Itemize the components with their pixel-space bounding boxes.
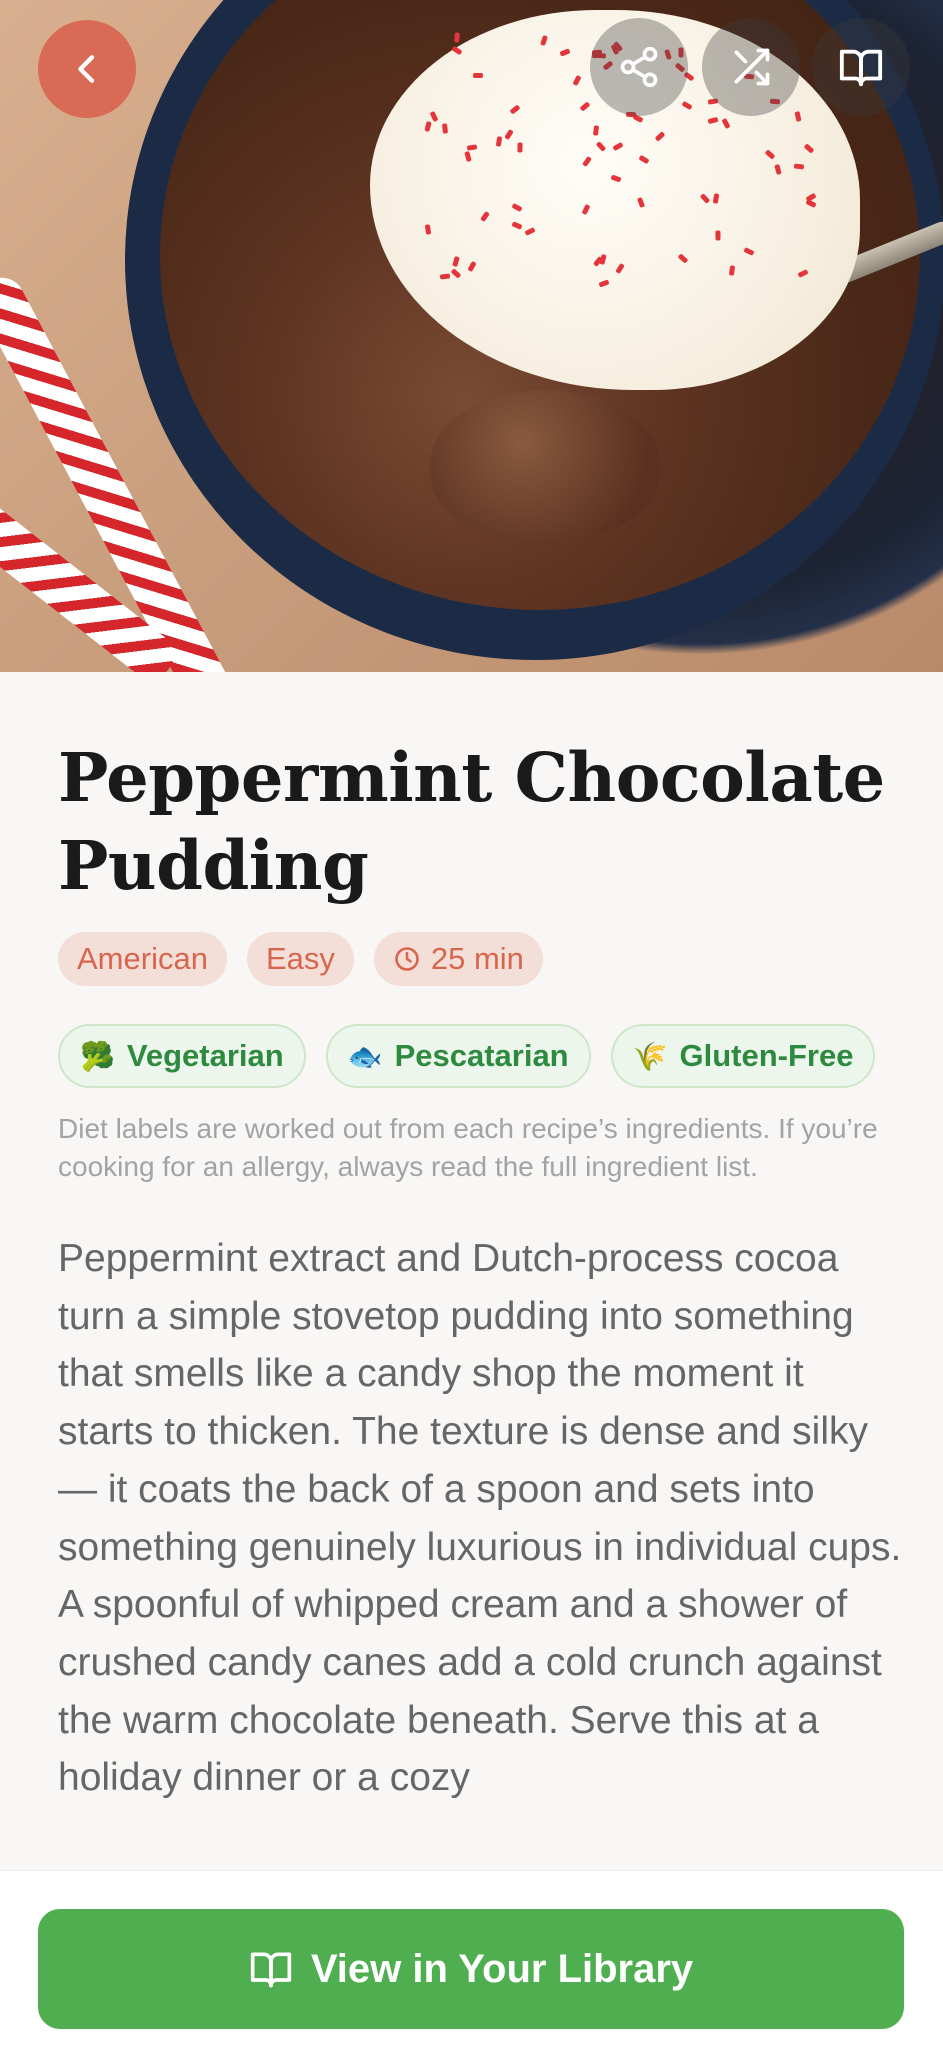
candy-sprinkle (473, 72, 484, 78)
shuffle-icon (734, 48, 770, 86)
bottom-action-bar: View in Your Library (0, 1870, 943, 2048)
recipe-title: Peppermint Chocolate Pudding (58, 738, 885, 905)
recipe-meta-chips: American Easy 25 min (58, 932, 898, 986)
broccoli-icon: 🥦 (80, 1040, 115, 1072)
diet-chip-gluten-free: 🌾 Gluten-Free (610, 1024, 876, 1088)
candy-sprinkle (715, 230, 721, 241)
diet-chip-vegetarian: 🥦 Vegetarian (58, 1024, 306, 1088)
recipe-hero-image (0, 0, 943, 672)
view-in-library-button[interactable]: View in Your Library (38, 1909, 904, 2029)
difficulty-chip: Easy (246, 932, 354, 986)
library-button[interactable] (812, 18, 910, 116)
wheat-icon: 🌾 (632, 1040, 668, 1072)
candy-sprinkle (517, 142, 523, 153)
diet-disclaimer: Diet labels are worked out from each rec… (58, 1113, 878, 1182)
time-chip: 25 min (373, 932, 543, 986)
fish-icon: 🐟 (347, 1040, 383, 1072)
clock-icon (395, 947, 419, 971)
cuisine-chip: American (58, 932, 227, 986)
diet-chip-pescatarian: 🐟 Pescatarian (325, 1024, 591, 1088)
diet-labels: 🥦 Vegetarian 🐟 Pescatarian 🌾 Gluten-Free (58, 1024, 898, 1088)
book-open-icon (839, 49, 883, 87)
pudding-scoop (430, 390, 660, 540)
share-button[interactable] (590, 18, 688, 116)
candy-sprinkle (793, 163, 805, 170)
recipe-description: Peppermint extract and Dutch-process coc… (58, 1237, 902, 1800)
book-open-icon (250, 1952, 291, 1988)
recipe-details: Peppermint Chocolate Pudding American Ea… (58, 672, 901, 1835)
chevron-left-icon (78, 55, 95, 83)
shuffle-button[interactable] (702, 18, 800, 116)
back-button[interactable] (38, 20, 136, 118)
share-icon (620, 46, 658, 88)
